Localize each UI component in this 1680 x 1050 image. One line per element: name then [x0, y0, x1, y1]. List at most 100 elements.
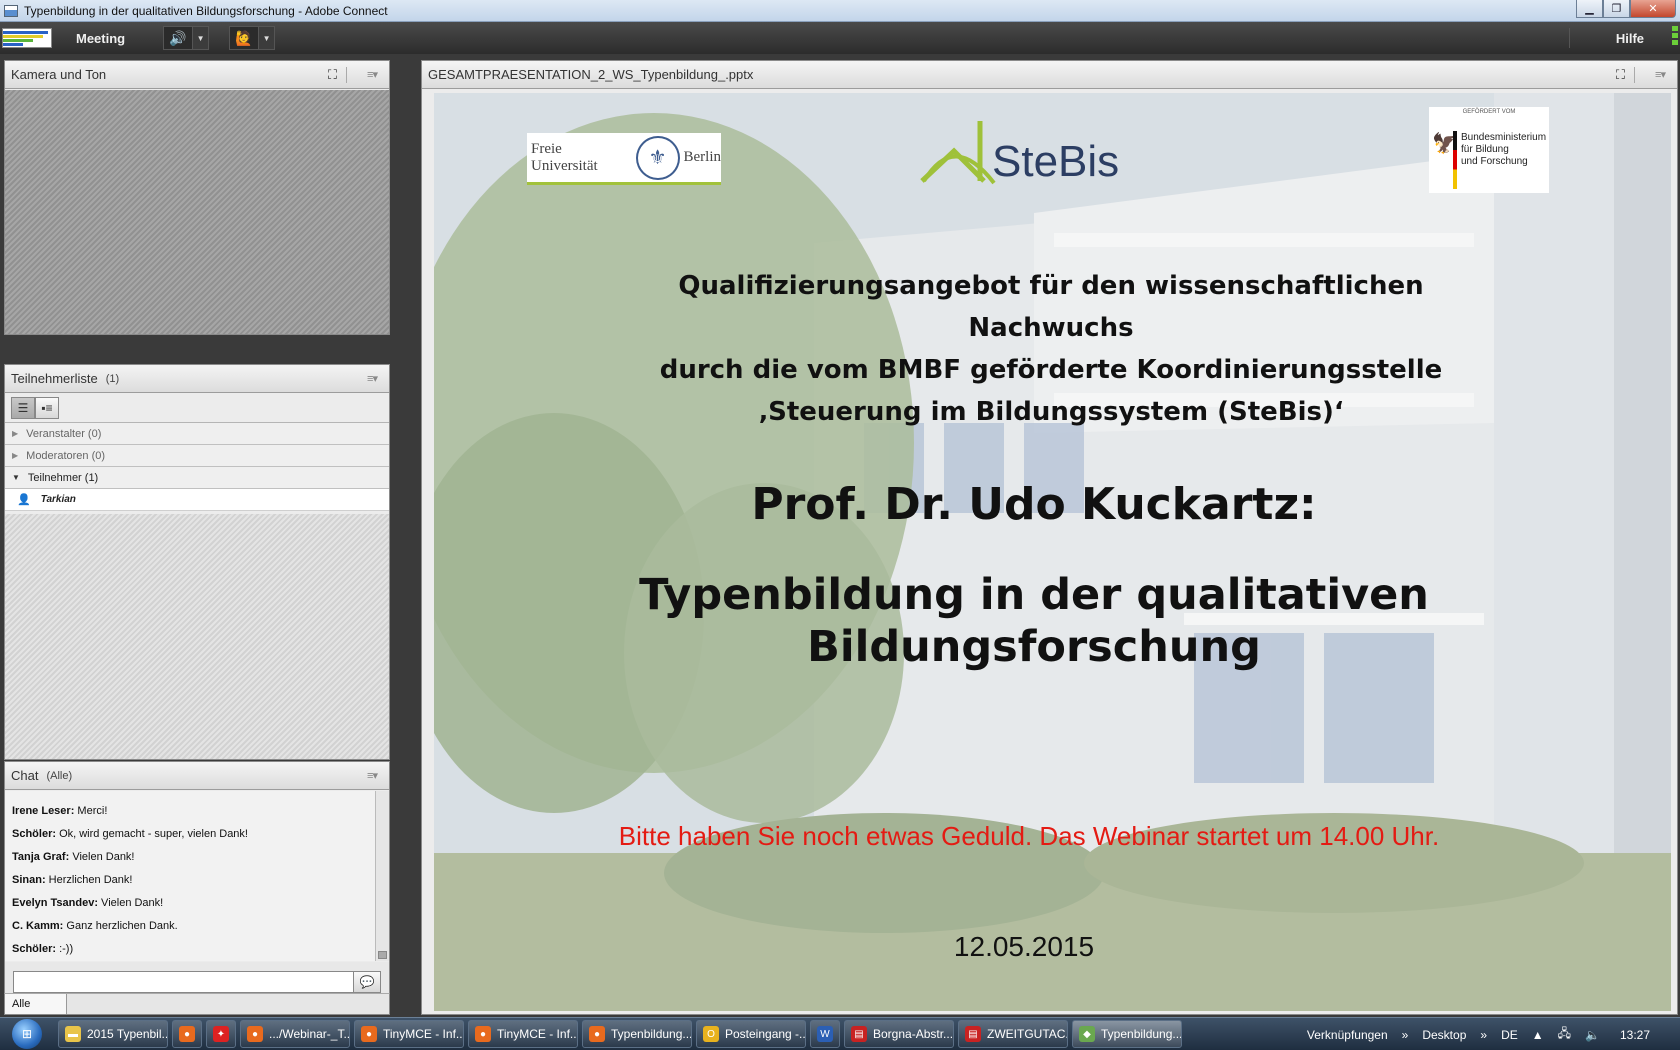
group-label: Veranstalter (0) — [26, 427, 102, 440]
taskbar-item[interactable]: ● — [172, 1020, 202, 1048]
taskbar-items: ▬ 2015 Typenbil... ● ✦ ● .../Webinar-_T... ● Ti… — [54, 1020, 1182, 1048]
taskbar-item-label: Typenbildung... — [611, 1027, 692, 1041]
slide-notice: Bitte haben Sie noch etwas Geduld. Das W… — [618, 821, 1440, 851]
logo-text: Berlin — [683, 149, 722, 165]
attendee-count: (1) — [105, 372, 120, 385]
pod-options-icon[interactable]: ≡▾ — [1655, 68, 1666, 81]
fu-berlin-logo: Freie Universität ⚜ Berlin — [527, 133, 721, 185]
firefox-icon: ● — [475, 1026, 491, 1042]
subtitle-line: ‚Steuerung im Bildungssystem (SteBis)‘ — [758, 397, 1344, 427]
taskbar-item[interactable]: ● Typenbildung... — [582, 1020, 692, 1048]
pod-title: Teilnehmerliste — [11, 371, 98, 386]
taskbar-item[interactable]: ● .../Webinar-_T... — [240, 1020, 350, 1048]
bmbf-name-line: Bundesministerium — [1461, 132, 1547, 143]
caret-right-icon: ▶ — [12, 429, 19, 438]
chat-message: Tanja Graf: Vielen Dank! — [12, 851, 135, 863]
person-icon[interactable]: 🙋 — [229, 26, 260, 50]
taskbar-item[interactable]: ▤ ZWEITGUTAC... — [958, 1020, 1068, 1048]
language-indicator[interactable]: DE — [1501, 1028, 1518, 1042]
toolbar-links[interactable]: Verknüpfungen — [1307, 1028, 1388, 1042]
start-button[interactable]: ⊞ — [0, 1018, 54, 1050]
minimize-button[interactable]: ▁ — [1576, 0, 1603, 18]
taskbar-item[interactable]: ● TinyMCE - Inf... — [468, 1020, 578, 1048]
maple-leaf-icon: ✦ — [213, 1026, 229, 1042]
chat-scope: (Alle) — [46, 769, 73, 782]
chat-tab-everyone[interactable]: Alle — [5, 994, 67, 1014]
slide-subtitle: Qualifizierungsangebot für den wissensch… — [612, 265, 1490, 433]
taskbar-item-label: 2015 Typenbil... — [87, 1027, 168, 1041]
bmbf-name-line: für Bildung — [1461, 144, 1509, 155]
chat-sender: Sinan: — [12, 874, 46, 886]
chat-text: Ganz herzlichen Dank. — [63, 920, 178, 932]
restore-button[interactable]: ❐ — [1603, 0, 1630, 18]
chat-pod: Chat (Alle) ≡▾ Irene Leser: Merci! Schöl… — [4, 761, 390, 1001]
pod-header: Teilnehmerliste (1) ≡▾ — [5, 365, 389, 393]
toolbar-desktop[interactable]: Desktop — [1422, 1028, 1466, 1042]
chevron-down-icon[interactable]: ▼ — [193, 26, 210, 50]
audio-control: 🔊 ▼ — [163, 26, 210, 50]
firefox-icon: ● — [361, 1026, 377, 1042]
status-control: 🙋 ▼ — [229, 26, 276, 50]
chat-text: Herzlichen Dank! — [45, 874, 133, 886]
group-label: Teilnehmer (1) — [27, 471, 99, 484]
chat-input[interactable] — [13, 971, 375, 993]
close-button[interactable]: ✕ — [1630, 0, 1676, 18]
network-icon[interactable]: 🖧 — [1558, 1024, 1571, 1045]
taskbar-item[interactable]: O Posteingang -... — [696, 1020, 806, 1048]
view-toggle: ☰ ▪≡ — [5, 393, 389, 423]
window-title-bar: Typenbildung in der qualitativen Bildung… — [0, 0, 1680, 22]
taskbar-item-label: ZWEITGUTAC... — [987, 1027, 1068, 1041]
volume-icon[interactable]: 🔈 — [1585, 1028, 1600, 1042]
chat-tabs: Alle — [4, 993, 390, 1015]
taskbar-item-label: .../Webinar-_T... — [269, 1027, 350, 1041]
slide-speaker: Prof. Dr. Udo Kuckartz: — [751, 479, 1317, 530]
list-view-icon[interactable]: ☰ — [11, 396, 35, 419]
subtitle-line: durch die vom BMBF geförderte Koordinier… — [659, 355, 1443, 385]
pod-options-icon[interactable]: ≡▾ — [367, 769, 378, 782]
group-hosts[interactable]: ▶ Veranstalter (0) — [5, 423, 389, 445]
pod-options-icon[interactable]: ≡▾ — [367, 68, 378, 81]
taskbar-item[interactable]: ✦ — [206, 1020, 236, 1048]
taskbar-item[interactable]: W — [810, 1020, 840, 1048]
system-tray: Verknüpfungen » Desktop » DE ▲ 🖧 🔈 13:27 — [1307, 1018, 1680, 1050]
send-message-icon[interactable]: 💬 — [353, 971, 381, 993]
fullscreen-icon[interactable]: ⛶ — [328, 67, 337, 83]
detail-view-icon[interactable]: ▪≡ — [35, 396, 59, 419]
attendee-name: Tarkian — [40, 494, 76, 505]
help-menu[interactable]: Hilfe — [1616, 31, 1644, 46]
outlook-icon: O — [703, 1026, 719, 1042]
chat-sender: Schöler: — [12, 828, 57, 840]
speaker-icon[interactable]: 🔊 — [163, 26, 194, 50]
group-participants[interactable]: ▼ Teilnehmer (1) — [5, 467, 389, 489]
taskbar-item[interactable]: ● TinyMCE - Inf... — [354, 1020, 464, 1048]
taskbar-item[interactable]: ▬ 2015 Typenbil... — [58, 1020, 168, 1048]
chat-scrollbar[interactable] — [375, 791, 389, 961]
chat-message: Schöler: :-)) — [12, 943, 73, 955]
taskbar-item[interactable]: ◆ Typenbildung... — [1072, 1020, 1182, 1048]
tray-icon[interactable]: ▲ — [1532, 1028, 1544, 1042]
group-label: Moderatoren (0) — [26, 449, 106, 462]
chat-text: :-)) — [56, 943, 74, 955]
attendee-list-pod: Teilnehmerliste (1) ≡▾ ☰ ▪≡ ▶ Veranstalte… — [4, 364, 390, 760]
taskbar-item-label: Borgna-Abstr... — [873, 1027, 954, 1041]
fullscreen-icon[interactable]: ⛶ — [1616, 67, 1625, 83]
pdf-icon: ▤ — [965, 1026, 981, 1042]
chevron-down-icon[interactable]: ▼ — [259, 26, 276, 50]
pod-options-icon[interactable]: ≡▾ — [367, 372, 378, 385]
scrollbar-thumb[interactable] — [378, 951, 387, 959]
slide-overlay — [434, 93, 1671, 1011]
chat-sender: Tanja Graf: — [12, 851, 70, 863]
taskbar-item[interactable]: ▤ Borgna-Abstr... — [844, 1020, 954, 1048]
clock[interactable]: 13:27 — [1620, 1028, 1650, 1042]
chevron-right-icon[interactable]: » — [1480, 1028, 1487, 1042]
chat-text: Vielen Dank! — [69, 851, 135, 863]
chevron-right-icon[interactable]: » — [1402, 1028, 1409, 1042]
list-empty-area — [5, 514, 389, 759]
word-icon: W — [817, 1026, 833, 1042]
adobe-connect-icon: ◆ — [1079, 1026, 1095, 1042]
group-presenters[interactable]: ▶ Moderatoren (0) — [5, 445, 389, 467]
menu-bar: Meeting 🔊 ▼ 🙋 ▼ Hilfe — [0, 22, 1680, 54]
firefox-icon: ● — [179, 1026, 195, 1042]
meeting-menu[interactable]: Meeting — [76, 31, 125, 46]
list-item[interactable]: 👤 Tarkian — [5, 489, 389, 511]
